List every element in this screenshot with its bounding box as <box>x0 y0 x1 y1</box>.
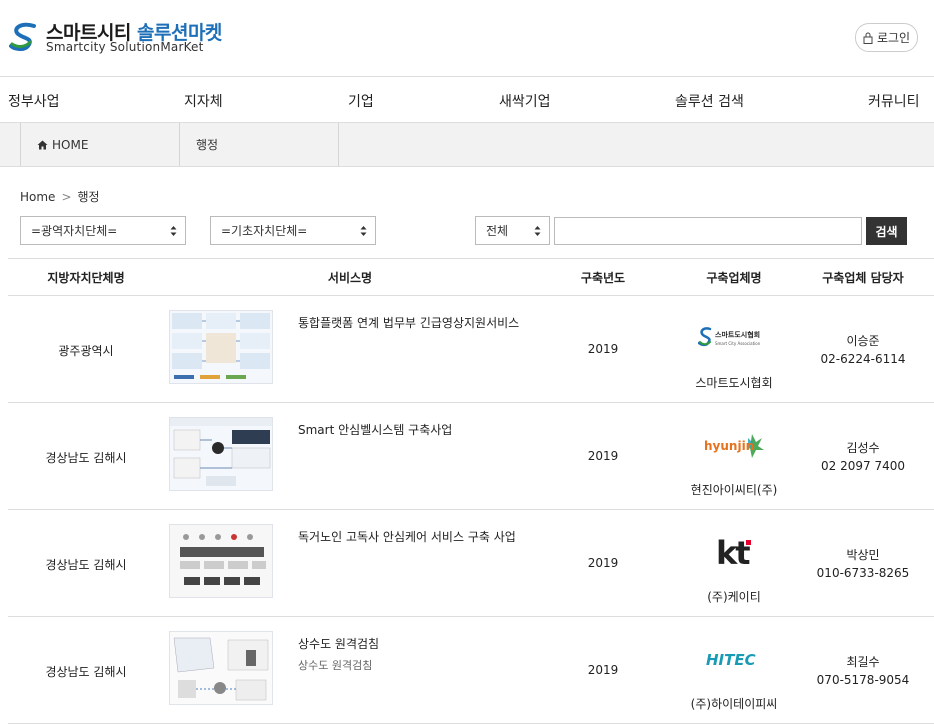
company-name: 스마트도시협회 <box>695 376 773 390</box>
service-diagram-image <box>170 418 272 486</box>
build-year: 2019 <box>587 556 619 570</box>
nav-item-solution-search[interactable]: 솔루션 검색 <box>675 91 744 111</box>
breadcrumb-current-label: 행정 <box>196 138 219 152</box>
search-input[interactable] <box>554 217 862 245</box>
contact-name: 박상민 <box>846 548 880 562</box>
page-breadcrumb-separator: > <box>61 190 72 204</box>
site-header: 스마트시티 솔루션마켓 Smartcity SolutionMarKet 로그인 <box>0 0 934 77</box>
nav-item-startups[interactable]: 새싹기업 <box>499 91 551 111</box>
table-row[interactable]: 경상남도 김해시 Smart 안심벨시스템 구축사업 2019 hyunjin … <box>8 403 934 510</box>
contact-name: 최길수 <box>846 655 880 669</box>
kt-logo-icon: kt <box>716 534 752 570</box>
search-scope-select[interactable]: 전체 <box>475 216 550 245</box>
service-thumbnail[interactable] <box>169 524 273 598</box>
service-title[interactable]: 독거노인 고독사 안심케어 서비스 구축 사업 <box>298 528 516 545</box>
build-year: 2019 <box>587 663 619 677</box>
service-diagram-image <box>170 632 272 704</box>
company-name: (주)하이테이피씨 <box>690 697 778 711</box>
login-label: 로그인 <box>876 31 911 45</box>
table-row[interactable]: 경상남도 김해시 상수도 원격검침 상수도 원격검침 2019 HITEC (주… <box>8 617 934 724</box>
row-region: 광주광역시 <box>58 344 114 358</box>
hyunjin-logo: hyunjin <box>674 425 794 465</box>
row-region: 경상남도 김해시 <box>45 451 127 465</box>
contact-name: 김성수 <box>846 441 880 455</box>
service-title[interactable]: 상수도 원격검침 <box>298 635 379 652</box>
search-button[interactable]: 검색 <box>866 217 907 245</box>
region-wide-value: =광역자치단체= <box>31 224 118 238</box>
hyunjin-logo-icon: hyunjin <box>704 434 764 458</box>
table-header: 지방자치단체명 서비스명 구축년도 구축업체명 구축업체 담당자 <box>8 258 934 296</box>
breadcrumb-home-label: HOME <box>52 137 89 152</box>
contact-name: 이승준 <box>846 334 880 348</box>
build-year: 2019 <box>587 342 619 356</box>
logo-text: 스마트도시협회 <box>715 330 760 339</box>
breadcrumb-bar: HOME 행정 <box>0 123 934 167</box>
main-nav: 정부사업 지자체 기업 새싹기업 솔루션 검색 커뮤니티 <box>0 77 934 123</box>
region-basic-select[interactable]: =기초자치단체= <box>210 216 376 245</box>
row-region: 경상남도 김해시 <box>45 558 127 572</box>
logo-s-mark-icon <box>9 22 36 51</box>
row-region: 경상남도 김해시 <box>45 665 127 679</box>
nav-item-government[interactable]: 정부사업 <box>8 91 60 111</box>
column-header-contact: 구축업체 담당자 <box>822 271 904 285</box>
contact-phone: 010-6733-8265 <box>816 566 910 580</box>
kt-logo: kt <box>674 532 794 572</box>
service-thumbnail[interactable] <box>169 417 273 491</box>
breadcrumb-current[interactable]: 행정 <box>179 123 339 166</box>
service-thumbnail[interactable] <box>169 310 273 384</box>
column-header-service: 서비스명 <box>327 271 373 285</box>
service-title[interactable]: 통합플랫폼 연계 법무부 긴급영상지원서비스 <box>298 314 519 331</box>
column-header-year: 구축년도 <box>580 271 626 285</box>
service-description: 상수도 원격검침 <box>298 659 373 672</box>
logo-text: HITEC <box>706 651 756 669</box>
page-breadcrumb: Home > 행정 <box>20 188 100 205</box>
service-diagram-image <box>170 525 272 597</box>
contact-phone: 070-5178-9054 <box>816 673 910 687</box>
contact-info: 최길수 070-5178-9054 <box>792 653 934 689</box>
build-year: 2019 <box>587 449 619 463</box>
smart-city-association-logo: 스마트도시협회 Smart City Association <box>674 318 794 358</box>
column-header-region: 지방자치단체명 <box>47 271 125 285</box>
contact-phone: 02-6224-6114 <box>820 352 906 366</box>
column-header-company: 구축업체명 <box>706 271 762 285</box>
search-scope-value: 전체 <box>486 224 509 238</box>
contact-info: 박상민 010-6733-8265 <box>792 546 934 582</box>
table-row[interactable]: 경상남도 김해시 독거노인 고독사 안심케어 서비스 구축 사업 2019 kt… <box>8 510 934 617</box>
nav-item-companies[interactable]: 기업 <box>348 91 374 111</box>
service-diagram-image <box>172 313 270 379</box>
login-button[interactable]: 로그인 <box>855 23 918 52</box>
select-arrows-icon <box>170 226 177 236</box>
company-name: 현진아이씨티(주) <box>690 483 778 497</box>
nav-item-community[interactable]: 커뮤니티 <box>868 91 920 111</box>
breadcrumb-home[interactable]: HOME <box>20 123 180 166</box>
select-arrows-icon <box>534 226 541 236</box>
lock-icon <box>863 32 873 44</box>
hitec-logo: HITEC <box>674 639 794 679</box>
region-wide-select[interactable]: =광역자치단체= <box>20 216 186 245</box>
table-row[interactable]: 광주광역시 통합플랫폼 연계 법무부 긴급영상지원서비스 2019 스마트도시협… <box>8 296 934 403</box>
smart-city-association-logo-icon: 스마트도시협회 Smart City Association <box>698 327 761 347</box>
logo-subtext: Smart City Association <box>715 341 761 346</box>
select-arrows-icon <box>360 226 367 236</box>
contact-info: 김성수 02 2097 7400 <box>792 439 934 475</box>
home-icon <box>37 140 48 149</box>
company-name: (주)케이티 <box>707 590 761 604</box>
hitec-logo-icon: HITEC <box>706 651 756 669</box>
region-basic-value: =기초자치단체= <box>221 224 308 238</box>
site-logo[interactable]: 스마트시티 솔루션마켓 Smartcity SolutionMarKet <box>8 16 222 58</box>
logo-text: kt <box>716 534 750 570</box>
logo-text: hyunjin <box>704 439 754 453</box>
logo-subtitle: Smartcity SolutionMarKet <box>46 40 204 54</box>
service-thumbnail[interactable] <box>169 631 273 705</box>
contact-info: 이승준 02-6224-6114 <box>792 332 934 368</box>
page-breadcrumb-current: 행정 <box>77 190 100 204</box>
page-breadcrumb-home[interactable]: Home <box>20 190 55 204</box>
service-title[interactable]: Smart 안심벨시스템 구축사업 <box>298 421 452 438</box>
nav-item-local-gov[interactable]: 지자체 <box>184 91 223 111</box>
contact-phone: 02 2097 7400 <box>821 459 905 473</box>
